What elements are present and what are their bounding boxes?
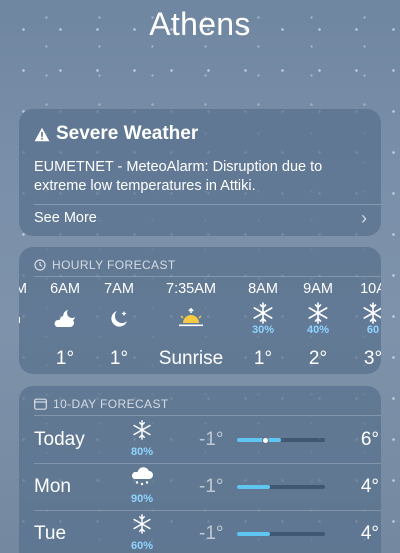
day-row[interactable]: Tue 60% -1° 4° — [34, 511, 379, 553]
hour-column[interactable]: 7AM 1° — [89, 279, 149, 373]
warning-icon — [34, 127, 50, 141]
current-temp-dot — [261, 436, 269, 444]
hour-time: 6AM — [50, 281, 80, 297]
hour-column[interactable]: 8AM 30% 1° — [233, 279, 293, 373]
hour-temp: Sunrise — [158, 348, 224, 369]
precip-chance: 90% — [130, 493, 154, 505]
temp-range-fill — [237, 485, 271, 489]
daily-header: 10-DAY FORECAST — [34, 397, 169, 411]
hour-temp: 1° — [109, 348, 129, 369]
hourly-forecast-card[interactable]: HOURLY FORECAST M 6AM 1° 7AM 1° 7:35AM S… — [19, 247, 381, 374]
alert-body: EUMETNET - MeteoAlarm: Disruption due to… — [34, 159, 323, 194]
moon-stars-icon — [111, 311, 127, 327]
hour-time: 7AM — [104, 281, 134, 297]
low-temp: -1° — [199, 476, 224, 497]
divider — [34, 415, 381, 416]
hour-temp: 1° — [253, 348, 273, 369]
hour-column[interactable]: 9AM 40% 2° — [288, 279, 348, 373]
precip-chance: 30% — [251, 324, 275, 336]
precip-chance: 40% — [306, 324, 330, 336]
ten-day-forecast-card[interactable]: 10-DAY FORECAST Today 80% -1° 6° Mon 90% — [19, 386, 381, 553]
snowflake-icon — [308, 302, 328, 324]
precip-chance: 60 — [366, 324, 380, 336]
hour-temp: 1° — [55, 348, 75, 369]
high-temp: 4° — [360, 476, 379, 497]
low-temp: -1° — [199, 429, 224, 450]
hourly-header: HOURLY FORECAST — [34, 258, 176, 272]
snowflake-icon — [133, 514, 151, 534]
snowflake-icon — [133, 420, 151, 440]
sunrise-icon — [179, 308, 203, 327]
high-temp: 4° — [360, 523, 379, 544]
temp-range-bar — [237, 436, 325, 444]
hour-temp: 2° — [308, 348, 328, 369]
precip-chance: 60% — [130, 540, 154, 552]
hour-time: 7:35AM — [166, 281, 216, 297]
hour-column[interactable]: 6AM 1° — [35, 279, 95, 373]
low-temp: -1° — [199, 523, 224, 544]
hour-temp: 3° — [363, 348, 381, 369]
temp-range-fill — [237, 438, 281, 442]
hour-time: 9AM — [303, 281, 333, 297]
clock-icon — [34, 259, 46, 271]
precip-chance: 80% — [130, 446, 154, 458]
day-row[interactable]: Mon 90% -1° 4° — [34, 464, 379, 510]
divider — [34, 276, 381, 277]
city-name: Athens — [149, 6, 251, 42]
alert-title: Severe Weather — [56, 123, 199, 144]
day-name: Mon — [34, 476, 71, 497]
day-name: Tue — [34, 523, 67, 544]
hourly-title: HOURLY FORECAST — [52, 258, 176, 272]
daily-title: 10-DAY FORECAST — [53, 397, 169, 411]
partly-cloudy-night-icon — [19, 317, 20, 323]
see-more-link[interactable]: See More — [34, 210, 97, 226]
hour-time: 10A — [360, 281, 381, 297]
snowflake-icon — [253, 302, 273, 324]
temp-range-bar — [237, 485, 325, 489]
severe-weather-card[interactable]: Severe Weather EUMETNET - MeteoAlarm: Di… — [19, 109, 381, 236]
hour-column[interactable]: 10A 60 3° — [343, 279, 381, 373]
snow-cloud-icon — [131, 467, 153, 486]
hour-column[interactable]: 7:35AM Sunrise — [156, 279, 226, 373]
high-temp: 6° — [360, 429, 379, 450]
calendar-icon — [34, 398, 47, 410]
partly-cloudy-night-icon — [54, 310, 75, 327]
snowflake-icon — [363, 302, 381, 324]
hour-time: 8AM — [248, 281, 278, 297]
day-name: Today — [34, 429, 85, 450]
temp-range-fill — [237, 532, 271, 536]
divider — [34, 204, 381, 205]
alert-header: Severe Weather — [34, 123, 198, 145]
chevron-right-icon[interactable]: › — [361, 208, 367, 229]
day-row[interactable]: Today 80% -1° 6° — [34, 417, 379, 463]
temp-range-bar — [237, 532, 325, 536]
